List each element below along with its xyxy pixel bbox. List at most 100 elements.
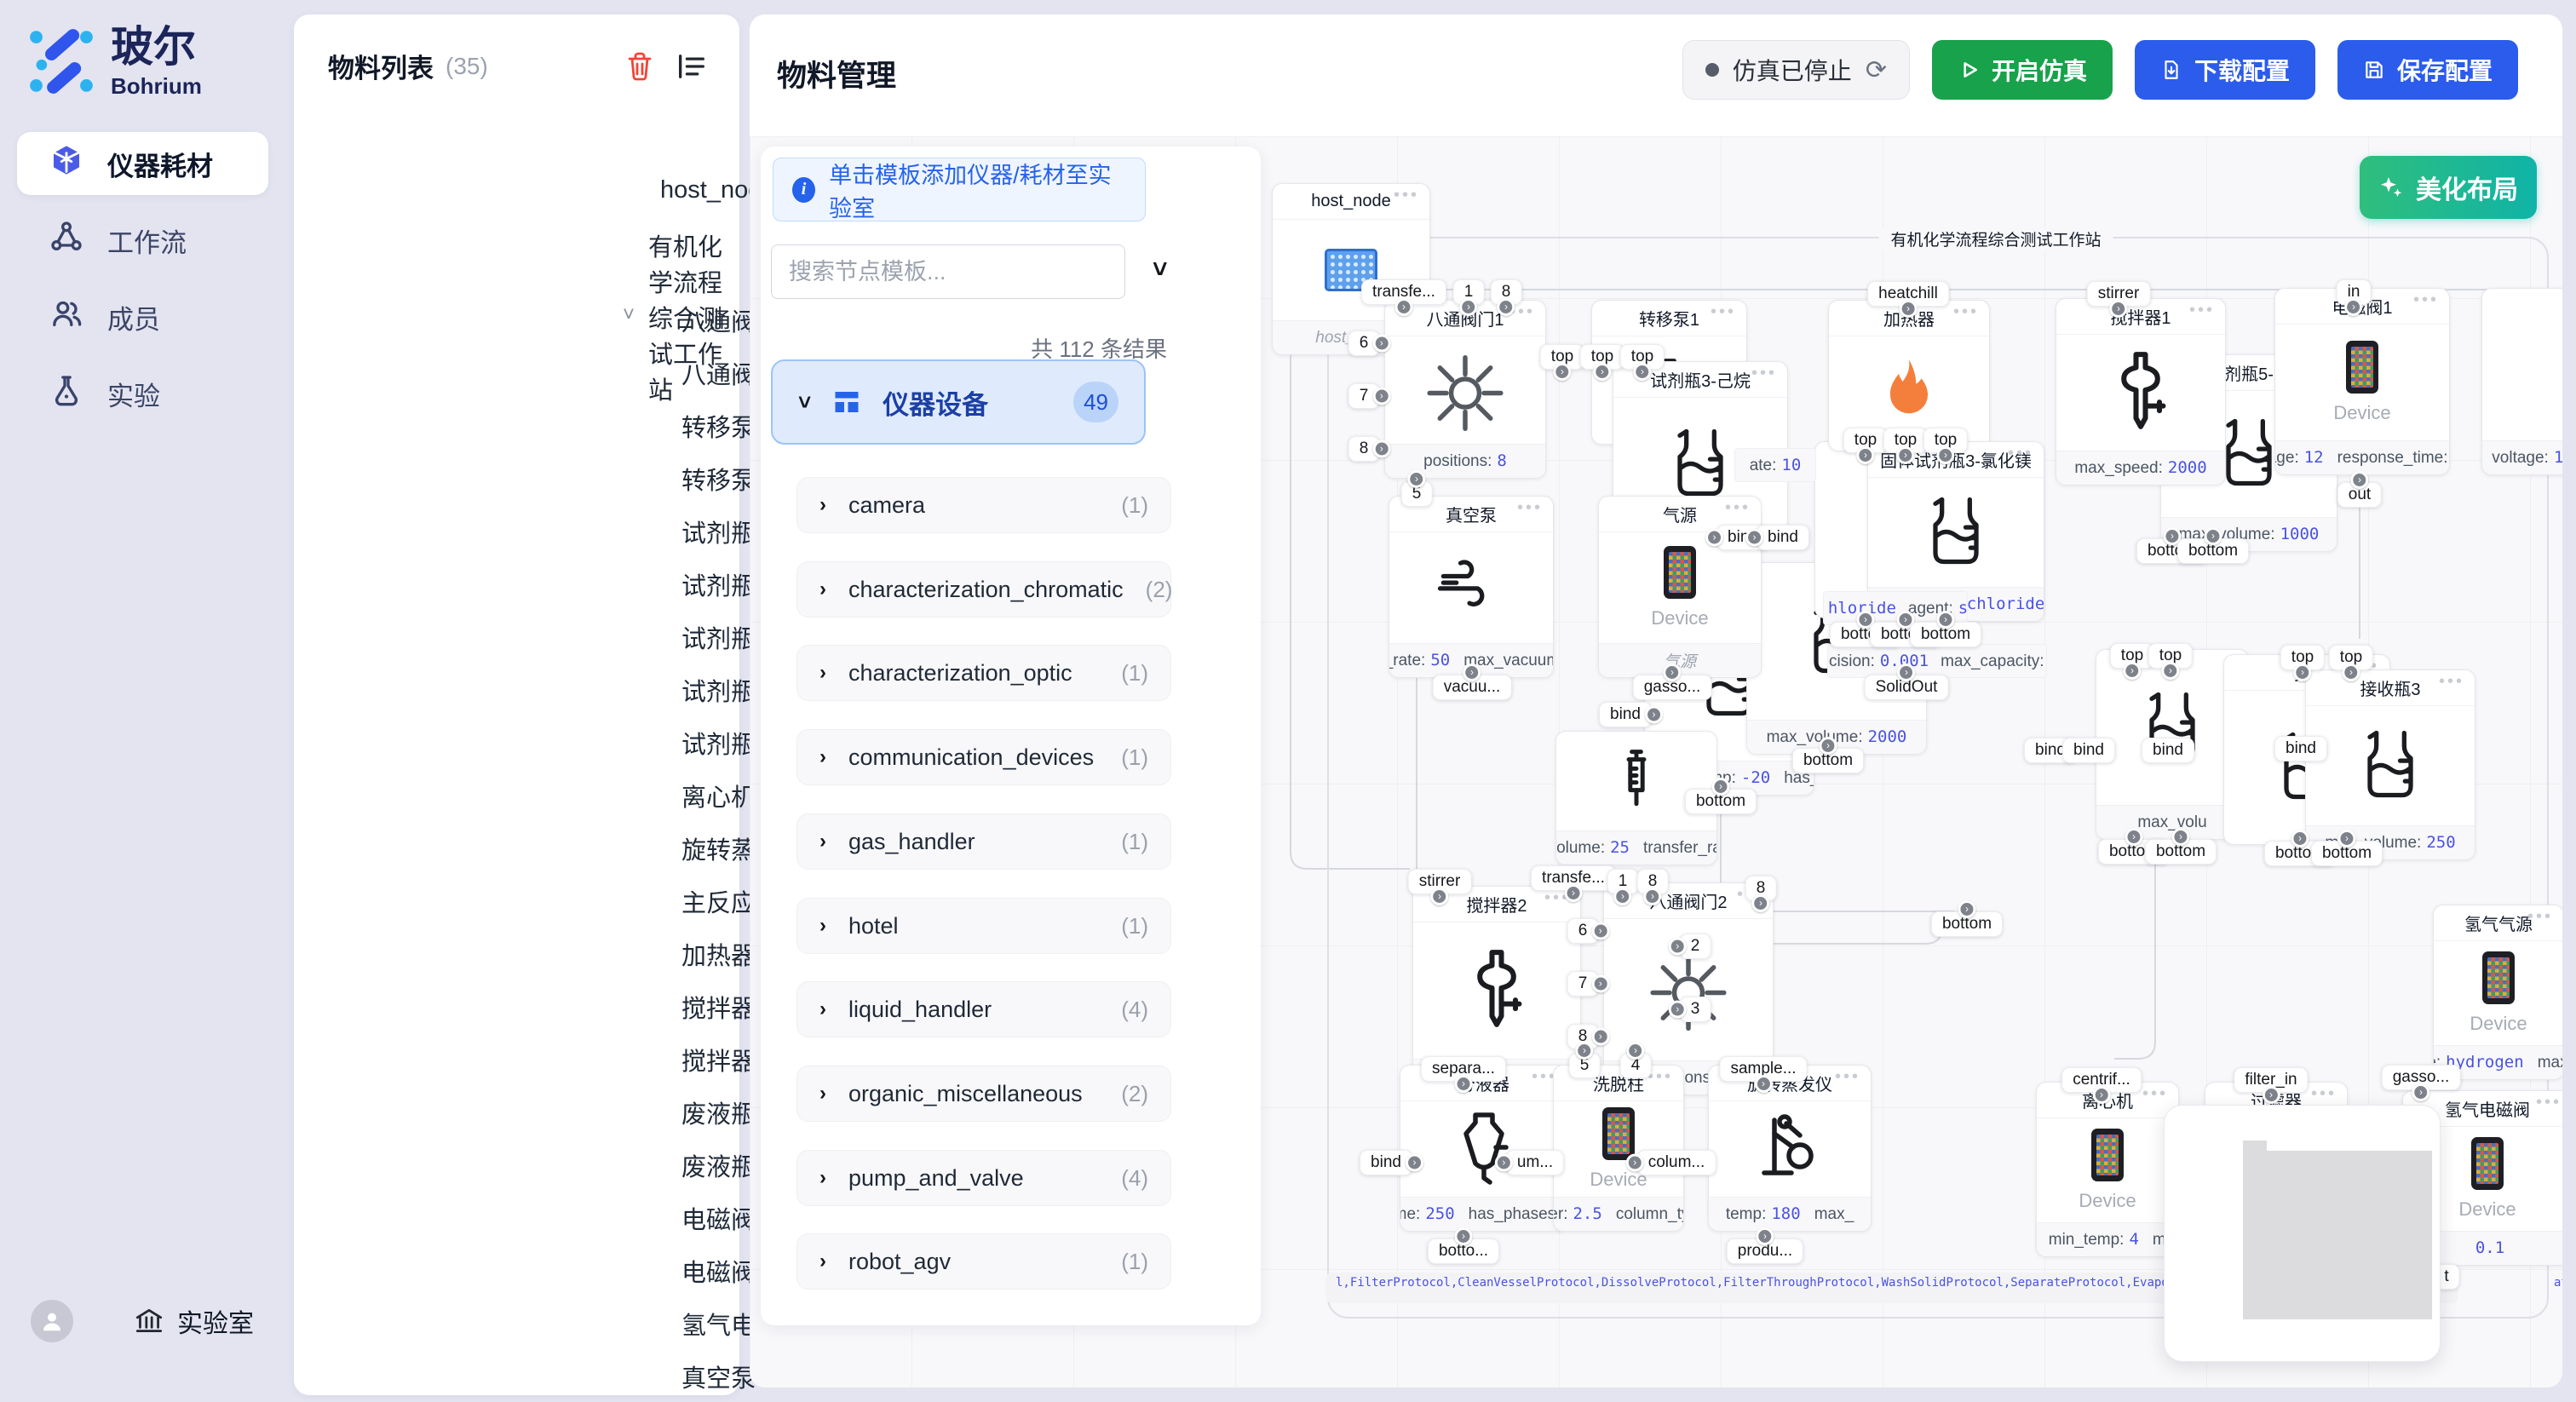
port-botto...[interactable]: botto...› <box>1428 1238 1499 1264</box>
category-item-robot_agv[interactable]: ›robot_agv(1) <box>796 1233 1171 1290</box>
port-filter_in[interactable]: filter_in› <box>2234 1067 2308 1093</box>
port-handle-icon[interactable]: › <box>1626 1154 1644 1172</box>
node-menu-icon[interactable]: ••• <box>1725 498 1751 518</box>
port-top[interactable]: top› <box>2148 643 2193 669</box>
port-handle-icon[interactable]: › <box>2344 298 2362 316</box>
port-1[interactable]: 1› <box>1453 279 1485 305</box>
tree-item[interactable]: 加热器 <box>681 936 756 972</box>
port-handle-icon[interactable]: › <box>2123 662 2141 680</box>
port-handle-icon[interactable]: › <box>1663 664 1681 681</box>
port-8[interactable]: 8› <box>1745 876 1777 901</box>
port-handle-icon[interactable]: › <box>2293 664 2311 681</box>
port-handle-icon[interactable]: › <box>1495 1154 1513 1172</box>
node-menu-icon[interactable]: ••• <box>2008 444 2033 463</box>
port-handle-icon[interactable]: › <box>2342 664 2360 681</box>
port-gasso...[interactable]: gasso...› <box>1633 675 1712 700</box>
node-menu-icon[interactable]: ••• <box>1751 364 1777 383</box>
canvas-node-洗脱柱[interactable]: 洗脱柱•••Devicediameter:2.5column_type:si <box>1553 1065 1684 1232</box>
node-menu-icon[interactable]: ••• <box>2439 672 2464 692</box>
port-bind[interactable]: bind <box>2274 736 2327 761</box>
sidebar-item-members[interactable]: 成员 <box>17 285 268 348</box>
category-item-communication_devices[interactable]: ›communication_devices(1) <box>796 729 1171 785</box>
port-handle-icon[interactable]: › <box>1936 446 1954 464</box>
port-separa...[interactable]: separa...› <box>1421 1056 1506 1082</box>
port-colum...[interactable]: colum...› <box>1637 1150 1716 1175</box>
port-handle-icon[interactable]: › <box>1591 975 1609 993</box>
port-out[interactable]: out› <box>2337 482 2382 508</box>
beautify-layout-button[interactable]: 美化布局 <box>2360 156 2537 219</box>
port-handle-icon[interactable]: › <box>1958 900 1976 918</box>
canvas-node-旋转蒸发仪[interactable]: 旋转蒸发仪•••temp:180max_ <box>1708 1065 1872 1232</box>
port-handle-icon[interactable]: › <box>1553 363 1571 381</box>
port-8[interactable]: 8› <box>1637 869 1669 894</box>
port-bottom[interactable]: bottom› <box>2145 839 2217 865</box>
trash-icon[interactable] <box>624 50 656 83</box>
port-handle-icon[interactable]: › <box>1406 1154 1423 1172</box>
canvas-node-接收瓶3[interactable]: 接收瓶3•••max_volume:250 <box>2305 669 2475 860</box>
port-handle-icon[interactable]: › <box>1626 1042 1644 1060</box>
search-input[interactable] <box>771 244 1125 299</box>
graph-canvas[interactable]: 有机化学流程综合测试工作站 host_node•••host_no...转移泵1… <box>750 136 2562 1388</box>
node-menu-icon[interactable]: ••• <box>1647 1067 1673 1087</box>
node-menu-icon[interactable]: ••• <box>2413 290 2439 310</box>
port-handle-icon[interactable]: › <box>1591 922 1609 940</box>
port-sample...[interactable]: sample...› <box>1719 1056 1807 1082</box>
port-bottom[interactable]: bottom› <box>1910 622 1981 647</box>
category-item-liquid_handler[interactable]: ›liquid_handler(4) <box>796 981 1171 1037</box>
download-config-button[interactable]: 下载配置 <box>2135 40 2315 100</box>
port-in[interactable]: in› <box>2337 279 2372 305</box>
chevron-down-icon[interactable]: ˅ <box>1153 256 1168 284</box>
port-handle-icon[interactable]: › <box>2412 1083 2429 1101</box>
port-SolidOut[interactable]: SolidOut› <box>1865 675 1949 700</box>
node-menu-icon[interactable]: ••• <box>1394 186 1419 205</box>
port-bind[interactable]: bind <box>2062 738 2115 763</box>
port-handle-icon[interactable]: › <box>1755 1075 1773 1093</box>
node-menu-icon[interactable]: ••• <box>2311 1084 2337 1104</box>
port-handle-icon[interactable]: › <box>1497 298 1515 316</box>
port-handle-icon[interactable]: › <box>2092 1086 2110 1104</box>
port-handle-icon[interactable]: › <box>1372 388 1390 405</box>
canvas-node-八通阀门1[interactable]: 八通阀门1•••positions:8 <box>1384 300 1546 479</box>
start-simulation-button[interactable]: 开启仿真 <box>1932 40 2113 100</box>
port-7[interactable]: 7› <box>1567 971 1599 997</box>
port-3[interactable]: 3› <box>1680 997 1711 1022</box>
port-transfe...[interactable]: transfe...› <box>1531 865 1616 891</box>
port-bottom[interactable]: bottom› <box>1685 789 1757 814</box>
category-item-pump_and_valve[interactable]: ›pump_and_valve(4) <box>796 1150 1171 1206</box>
node-menu-icon[interactable]: ••• <box>1835 1067 1860 1087</box>
port-handle-icon[interactable]: › <box>1705 529 1723 547</box>
port-handle-icon[interactable]: › <box>2172 828 2190 846</box>
port-handle-icon[interactable]: › <box>1712 778 1730 796</box>
port-handle-icon[interactable]: › <box>2110 300 2128 318</box>
port-bottom[interactable]: bottom› <box>2177 538 2249 564</box>
avatar[interactable] <box>31 1300 73 1342</box>
category-item-gas_handler[interactable]: ›gas_handler(1) <box>796 813 1171 870</box>
canvas-node-搅拌器1[interactable]: 搅拌器1•••max_speed:2000 <box>2056 298 2226 486</box>
port-top[interactable]: top› <box>1843 428 1888 453</box>
port-handle-icon[interactable]: › <box>2291 830 2309 848</box>
port-handle-icon[interactable]: › <box>2338 830 2356 848</box>
node-menu-icon[interactable]: ••• <box>1711 302 1736 322</box>
port-bind[interactable]: bind› <box>1757 525 1809 550</box>
port-vacuu...[interactable]: vacuu...› <box>1433 675 1512 700</box>
port-top[interactable]: top› <box>2280 645 2325 670</box>
node-menu-icon[interactable]: ••• <box>2527 907 2553 927</box>
category-item-hotel[interactable]: ›hotel(1) <box>796 898 1171 954</box>
port-handle-icon[interactable]: › <box>1372 335 1390 353</box>
port-2[interactable]: 2› <box>1680 934 1711 959</box>
port-handle-icon[interactable]: › <box>1820 737 1837 755</box>
sidebar-item-workflow[interactable]: 工作流 <box>17 209 268 272</box>
port-handle-icon[interactable]: › <box>1463 664 1481 681</box>
port-handle-icon[interactable]: › <box>1757 1227 1774 1245</box>
node-menu-icon[interactable]: ••• <box>2536 1093 2562 1112</box>
port-1[interactable]: 1› <box>1607 869 1639 894</box>
sidebar-item-lab[interactable]: 实验室 <box>133 1302 254 1340</box>
port-handle-icon[interactable]: › <box>1633 363 1651 381</box>
refresh-icon[interactable]: ⟳ <box>1866 55 1887 85</box>
port-top[interactable]: top› <box>2329 645 2373 670</box>
canvas-node-分液器[interactable]: 分液器•••volume:250has_phases:true <box>1400 1065 1568 1232</box>
node-menu-icon[interactable]: ••• <box>1517 498 1543 518</box>
port-5[interactable]: 5› <box>1401 481 1433 507</box>
save-config-button[interactable]: 保存配置 <box>2337 40 2518 100</box>
node-menu-icon[interactable]: ••• <box>1953 302 1979 322</box>
